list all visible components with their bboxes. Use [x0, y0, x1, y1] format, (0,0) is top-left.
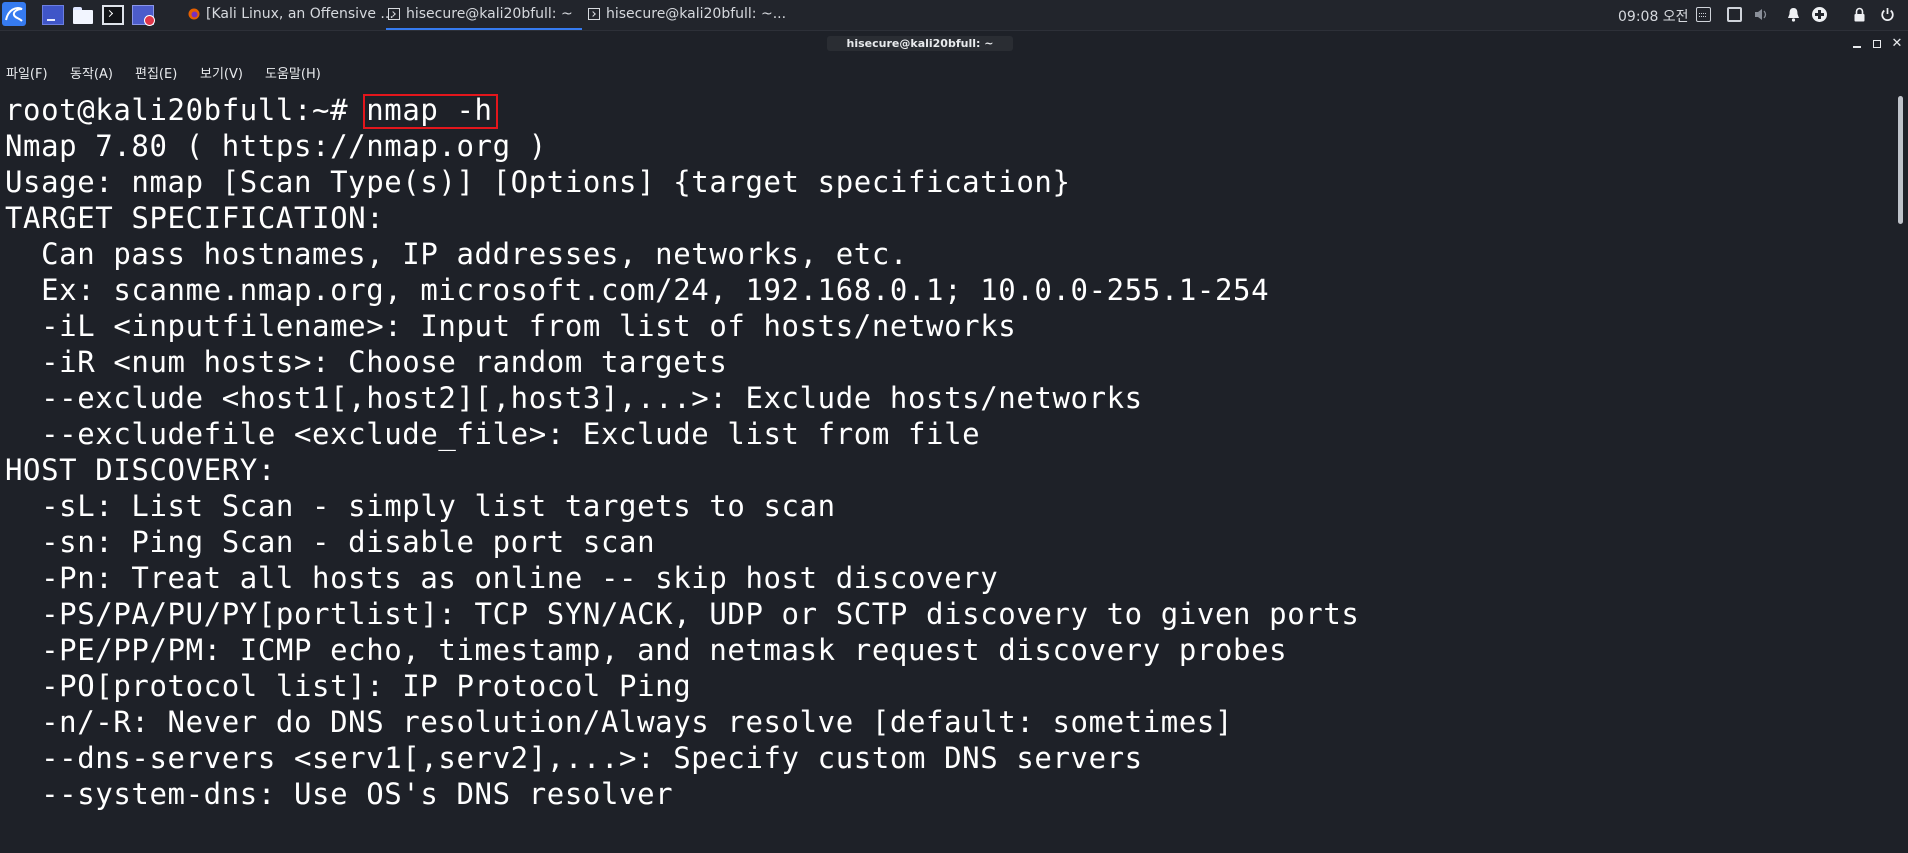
firefox-icon	[188, 8, 200, 20]
output-line: Usage: nmap [Scan Type(s)] [Options] {ta…	[5, 165, 1071, 199]
terminal-output[interactable]: root@kali20bfull:~# nmap -h Nmap 7.80 ( …	[0, 88, 1892, 853]
taskbar-item-terminal[interactable]: hisecure@kali20bfull: ~...	[586, 0, 786, 30]
add-icon[interactable]	[1812, 7, 1827, 22]
display-icon[interactable]	[1727, 7, 1742, 22]
maximize-icon[interactable]	[1870, 37, 1884, 51]
output-line: -n/-R: Never do DNS resolution/Always re…	[5, 705, 1234, 739]
taskbar-item-label: hisecure@kali20bfull: ~...	[606, 6, 787, 22]
taskbar-item-label: [Kali Linux, an Offensive ...	[206, 6, 394, 22]
file-manager-icon[interactable]	[72, 5, 94, 25]
minimize-icon[interactable]	[1850, 37, 1864, 51]
menu-file[interactable]: 파일(F)	[6, 63, 48, 82]
output-line: Nmap 7.80 ( https://nmap.org )	[5, 129, 547, 163]
menu-action[interactable]: 동작(A)	[70, 63, 113, 82]
section-heading: TARGET SPECIFICATION:	[5, 201, 385, 235]
output-line: -PS/PA/PU/PY[portlist]: TCP SYN/ACK, UDP…	[5, 597, 1360, 631]
output-line: -sn: Ping Scan - disable port scan	[5, 525, 656, 559]
window-title: hisecure@kali20bfull: ~	[826, 36, 1014, 51]
scrollbar-thumb[interactable]	[1898, 96, 1903, 224]
shell-prompt: root@kali20bfull:~#	[5, 93, 367, 127]
output-line: -sL: List Scan - simply list targets to …	[5, 489, 836, 523]
taskbar-item-firefox[interactable]: [Kali Linux, an Offensive ...	[186, 0, 394, 30]
power-icon[interactable]	[1880, 7, 1895, 22]
output-line: Ex: scanme.nmap.org, microsoft.com/24, 1…	[5, 273, 1270, 307]
close-icon[interactable]: ✕	[1890, 37, 1904, 51]
taskbar-item-label: hisecure@kali20bfull: ~	[406, 6, 573, 22]
output-line: --system-dns: Use OS's DNS resolver	[5, 777, 674, 811]
kali-dragon-icon[interactable]	[2, 2, 26, 26]
screen-recorder-icon[interactable]	[132, 5, 155, 26]
menu-help[interactable]: 도움말(H)	[265, 63, 321, 82]
notification-bell-icon[interactable]	[1786, 7, 1801, 22]
output-line: -iR <num hosts>: Choose random targets	[5, 345, 728, 379]
menu-edit[interactable]: 편집(E)	[135, 63, 177, 82]
terminal-scrollbar[interactable]	[1897, 96, 1905, 853]
terminal-icon[interactable]	[102, 5, 124, 25]
show-desktop-icon[interactable]	[42, 5, 64, 25]
taskbar-item-terminal-active[interactable]: hisecure@kali20bfull: ~	[386, 0, 582, 30]
volume-muted-icon[interactable]	[1754, 7, 1769, 22]
keyboard-icon[interactable]	[1696, 7, 1711, 22]
output-line: Can pass hostnames, IP addresses, networ…	[5, 237, 908, 271]
output-line: -PO[protocol list]: IP Protocol Ping	[5, 669, 692, 703]
menu-view[interactable]: 보기(V)	[200, 63, 243, 82]
output-line: --dns-servers <serv1[,serv2],...>: Speci…	[5, 741, 1143, 775]
output-line: --exclude <host1[,host2][,host3],...>: E…	[5, 381, 1143, 415]
output-line: --excludefile <exclude_file>: Exclude li…	[5, 417, 981, 451]
clock[interactable]: 09:08 오전	[1618, 6, 1689, 26]
command-highlight-box	[363, 94, 498, 129]
terminal-icon	[388, 8, 400, 20]
terminal-icon	[588, 8, 600, 20]
top-panel: [Kali Linux, an Offensive ... hisecure@k…	[0, 0, 1908, 31]
window-titlebar[interactable]: hisecure@kali20bfull: ~ ✕	[0, 31, 1908, 57]
output-line: -Pn: Treat all hosts as online -- skip h…	[5, 561, 999, 595]
lock-icon[interactable]	[1852, 7, 1867, 22]
section-heading: HOST DISCOVERY:	[5, 453, 276, 487]
menu-bar: 파일(F) 동작(A) 편집(E) 보기(V) 도움말(H)	[0, 57, 1908, 85]
output-line: -iL <inputfilename>: Input from list of …	[5, 309, 1017, 343]
output-line: -PE/PP/PM: ICMP echo, timestamp, and net…	[5, 633, 1288, 667]
